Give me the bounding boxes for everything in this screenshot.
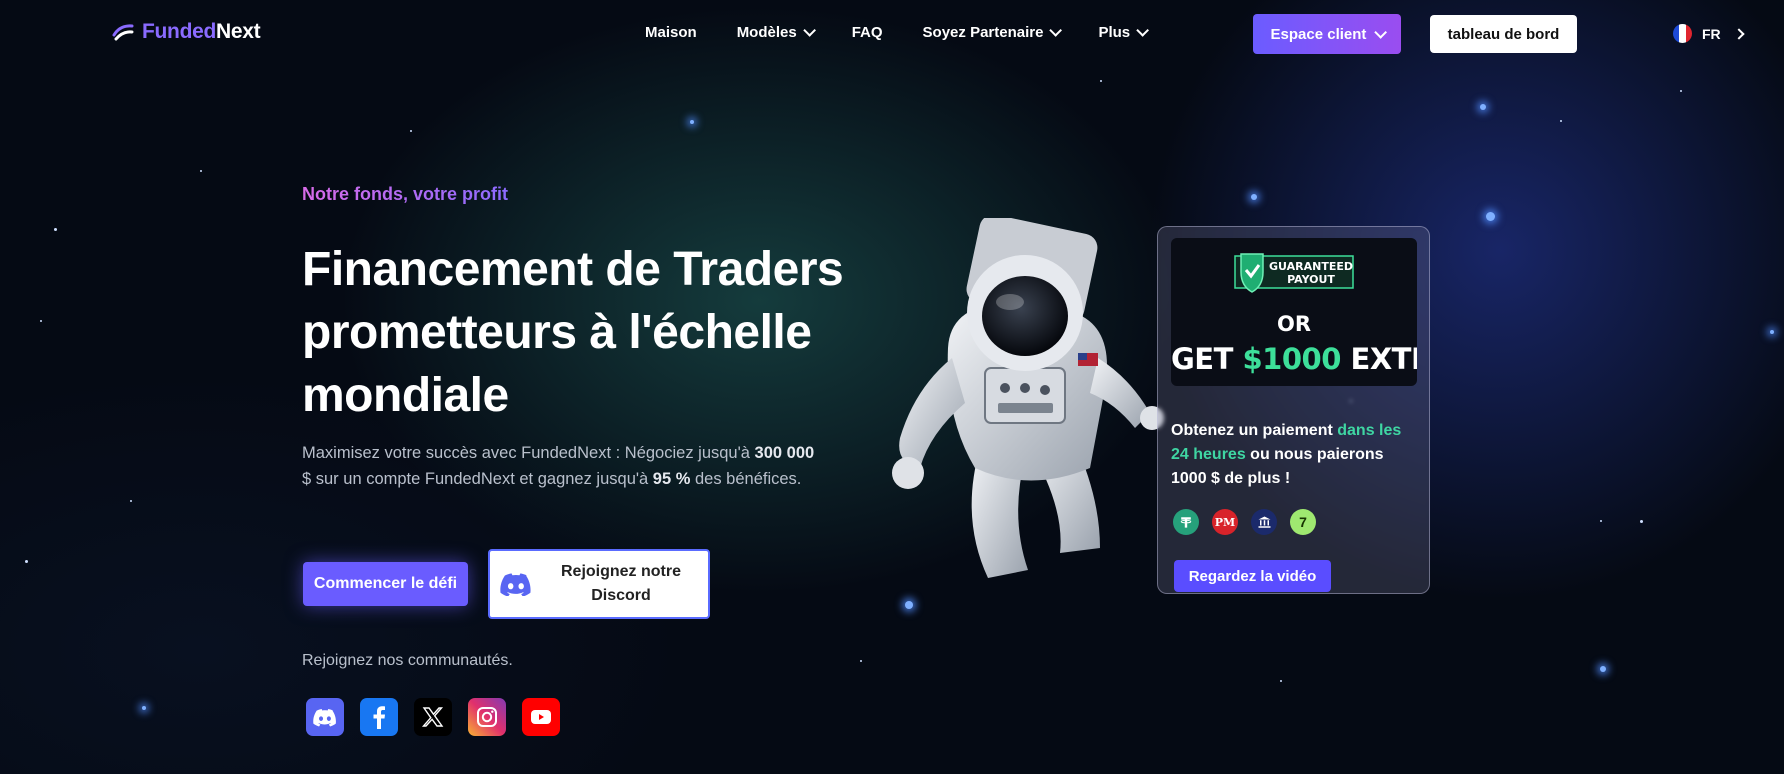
- nav-item-partenaire[interactable]: Soyez Partenaire: [923, 24, 1063, 41]
- client-space-button[interactable]: Espace client: [1253, 14, 1401, 54]
- chevron-down-icon: [1049, 24, 1063, 37]
- social-links: [306, 698, 560, 736]
- tether-icon: [1173, 509, 1199, 535]
- promo-extra-text: GET $1000 EXTRA!: [1171, 342, 1417, 376]
- language-code: FR: [1702, 25, 1721, 42]
- dashboard-button[interactable]: tableau de bord: [1430, 15, 1577, 53]
- payout-description: Obtenez un paiement dans les 24 heures o…: [1171, 422, 1402, 487]
- guaranteed-payout-card: GUARANTEED PAYOUT OR GET $1000 EXTRA! Ob…: [1157, 226, 1430, 594]
- promo-banner[interactable]: GUARANTEED PAYOUT OR GET $1000 EXTRA!: [1171, 238, 1417, 386]
- start-challenge-button[interactable]: Commencer le défi: [303, 562, 468, 606]
- logo-mark-icon: [112, 24, 134, 41]
- logo-text-next: Next: [216, 20, 261, 43]
- nav-item-maison[interactable]: Maison: [645, 24, 697, 41]
- guaranteed-payout-badge: GUARANTEED PAYOUT: [1234, 253, 1354, 293]
- join-discord-button[interactable]: Rejoignez notre Discord: [488, 549, 710, 619]
- social-discord-link[interactable]: [306, 698, 344, 736]
- top-navigation: FundedNext Maison Modèles FAQ Soyez Part…: [0, 0, 1784, 68]
- hero-headline: Financement de Traders prometteurs à l'é…: [302, 243, 844, 422]
- watch-video-button[interactable]: Regardez la vidéo: [1174, 560, 1331, 592]
- social-instagram-link[interactable]: [468, 698, 506, 736]
- logo-text-funded: Funded: [142, 20, 217, 43]
- hero-tagline: Notre fonds, votre profit: [302, 184, 508, 204]
- hero-description: Maximisez votre succès avec FundedNext :…: [302, 444, 815, 488]
- instagram-icon: [477, 707, 497, 727]
- svg-text:PAYOUT: PAYOUT: [1287, 273, 1335, 286]
- social-x-link[interactable]: [414, 698, 452, 736]
- nav-item-faq[interactable]: FAQ: [852, 24, 883, 41]
- chevron-down-icon: [1374, 25, 1388, 39]
- youtube-icon: [531, 710, 551, 724]
- nav-item-plus[interactable]: Plus: [1098, 24, 1150, 41]
- wise-icon: 7: [1290, 509, 1316, 535]
- facebook-icon: [373, 706, 385, 729]
- svg-text:GUARANTEED: GUARANTEED: [1269, 260, 1353, 273]
- bank-icon: [1251, 509, 1277, 535]
- promo-or-text: OR: [1276, 312, 1312, 336]
- chevron-down-icon: [1136, 24, 1150, 37]
- perfect-money-icon: PM: [1212, 509, 1238, 535]
- chevron-down-icon: [802, 24, 816, 37]
- social-youtube-link[interactable]: [522, 698, 560, 736]
- astronaut-illustration: [892, 218, 1164, 578]
- nav-item-modeles[interactable]: Modèles: [737, 24, 816, 41]
- communities-label: Rejoignez nos communautés.: [302, 652, 513, 669]
- main-menu: Maison Modèles FAQ Soyez Partenaire Plus: [645, 24, 1150, 41]
- fundednext-logo[interactable]: FundedNext: [110, 19, 261, 45]
- discord-icon: [313, 709, 336, 727]
- chevron-right-icon: [1733, 27, 1745, 40]
- x-icon: [421, 707, 444, 727]
- france-flag-icon: [1673, 24, 1692, 43]
- discord-icon: [500, 573, 531, 596]
- payment-methods: PM 7: [1173, 509, 1316, 535]
- language-selector[interactable]: FR: [1673, 24, 1745, 43]
- social-facebook-link[interactable]: [360, 698, 398, 736]
